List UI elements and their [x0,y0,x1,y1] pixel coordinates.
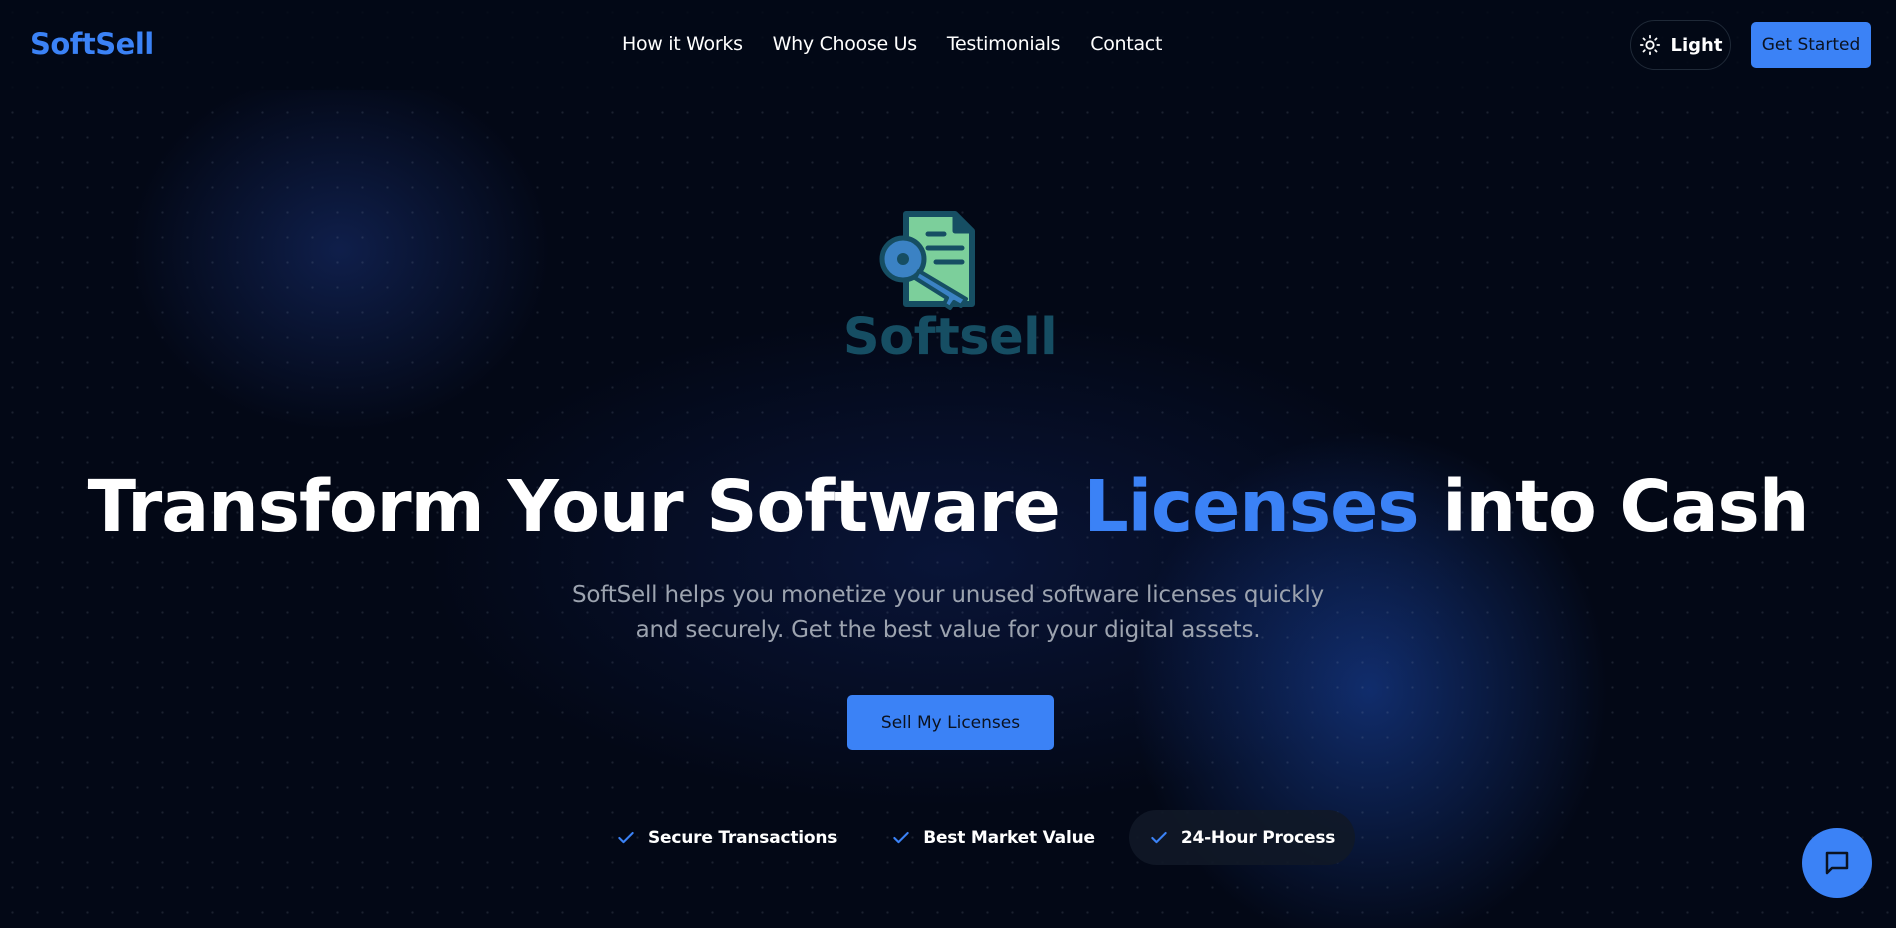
sell-my-licenses-button[interactable]: Sell My Licenses [847,695,1054,750]
hero-title: Transform Your Software Licenses into Ca… [0,465,1896,548]
nav-link-why-choose-us[interactable]: Why Choose Us [773,33,918,55]
license-key-document-icon [879,211,975,310]
hero-title-accent: Licenses [1083,465,1419,548]
check-icon [1151,831,1167,843]
chat-button[interactable] [1802,828,1872,898]
check-icon [618,831,634,843]
page: SoftSell How it Works Why Choose Us Test… [0,0,1896,928]
feature-label: 24-Hour Process [1180,827,1336,848]
theme-toggle-label: Light [1670,34,1723,56]
feature-label: Best Market Value [923,827,1095,848]
feature-label: Secure Transactions [648,827,838,848]
hero-title-part2: into Cash [1418,465,1809,548]
check-icon [893,831,909,843]
theme-toggle-button[interactable]: Light [1630,20,1731,70]
main-nav: How it Works Why Choose Us Testimonials … [622,33,1192,55]
hero-subtitle: SoftSell helps you monetize your unused … [572,582,1324,643]
nav-link-testimonials[interactable]: Testimonials [947,33,1061,55]
nav-link-contact[interactable]: Contact [1090,33,1162,55]
get-started-button[interactable]: Get Started [1751,22,1871,68]
top-navbar: SoftSell How it Works Why Choose Us Test… [0,0,1896,90]
softsell-hero-logo: Softsell [840,200,1060,370]
chat-bubble-icon [1825,851,1849,875]
feature-badge-24-hour: 24-Hour Process [1128,810,1356,865]
hero-title-part1: Transform Your Software [87,465,1084,548]
dot-pattern-background [0,0,1896,928]
nav-link-how-it-works[interactable]: How it Works [622,33,743,55]
logo-wordmark: Softsell [842,308,1058,367]
brand-logo-link[interactable]: SoftSell [30,27,154,61]
sun-icon [1639,34,1660,56]
feature-badge-secure: Secure Transactions [596,810,857,865]
feature-badges: Secure Transactions Best Market Value 24… [596,810,1369,865]
feature-badge-value: Best Market Value [871,810,1115,865]
